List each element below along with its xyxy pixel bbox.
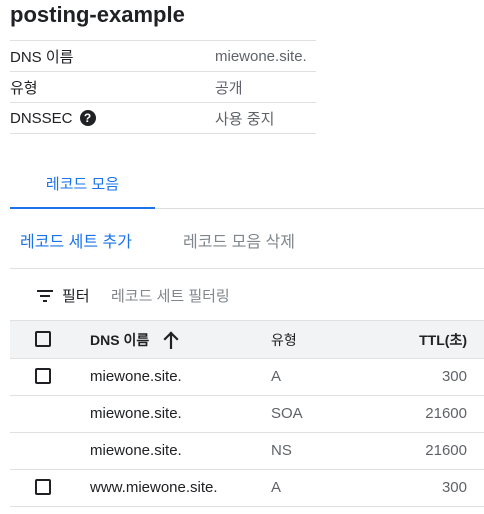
help-circle-icon[interactable]: ?	[79, 110, 96, 126]
filter-list-icon[interactable]	[37, 290, 53, 302]
record-ttl: 300	[441, 479, 467, 496]
record-ttl: 21600	[425, 442, 467, 459]
detail-row-type: 유형 공개	[10, 72, 316, 103]
record-name: miewone.site.	[90, 368, 182, 385]
detail-row-dnssec: DNSSEC ? 사용 중지	[10, 103, 316, 134]
filter-label: 필터	[62, 288, 90, 305]
record-type: A	[271, 368, 282, 385]
filter-input[interactable]: 레코드 세트 필터링	[111, 285, 230, 306]
filter-bar: 필터 레코드 세트 필터링	[10, 270, 484, 320]
record-type: SOA	[271, 405, 303, 422]
active-tab-indicator	[10, 207, 155, 209]
add-record-set-button[interactable]: 레코드 세트 추가	[20, 228, 132, 252]
detail-key: DNSSEC	[10, 109, 73, 127]
detail-row-dns-name: DNS 이름 miewone.site.	[10, 40, 316, 72]
delete-record-sets-button[interactable]: 레코드 모음 삭제	[183, 228, 295, 252]
tab-bar: 레코드 모음	[10, 160, 484, 209]
column-header-type[interactable]: 유형	[271, 330, 297, 350]
detail-key: DNS 이름	[10, 48, 74, 66]
action-bar: 레코드 세트 추가 레코드 모음 삭제	[10, 214, 484, 269]
row-checkbox[interactable]	[35, 368, 51, 384]
record-type: NS	[271, 442, 292, 459]
record-sets-table: DNS 이름 유형 TTL(초) miewone.site. A 300 mie…	[10, 320, 484, 507]
table-row[interactable]: miewone.site. NS 21600	[10, 433, 484, 470]
page-title: posting-example	[10, 2, 185, 27]
table-row[interactable]: miewone.site. A 300	[10, 359, 484, 396]
select-all-checkbox[interactable]	[35, 331, 51, 347]
table-header: DNS 이름 유형 TTL(초)	[10, 320, 484, 359]
detail-key: 유형	[10, 79, 38, 97]
row-checkbox[interactable]	[35, 479, 51, 495]
zone-details: DNS 이름 miewone.site. 유형 공개 DNSSEC ? 사용 중…	[10, 40, 316, 134]
record-type: A	[271, 479, 282, 496]
table-row[interactable]: www.miewone.site. A 300	[10, 470, 484, 507]
column-header-ttl[interactable]: TTL(초)	[419, 330, 467, 350]
table-row[interactable]: miewone.site. SOA 21600	[10, 396, 484, 433]
record-ttl: 300	[441, 368, 467, 385]
detail-key-dnssec: DNSSEC ?	[10, 110, 215, 127]
detail-value: 사용 중지	[215, 110, 275, 128]
record-ttl: 21600	[425, 405, 467, 422]
tab-record-sets[interactable]: 레코드 모음	[10, 160, 155, 206]
record-name: miewone.site.	[90, 405, 182, 422]
detail-value: miewone.site.	[215, 47, 307, 65]
column-header-dns-name[interactable]: DNS 이름	[90, 330, 149, 350]
record-name: www.miewone.site.	[90, 479, 218, 496]
detail-value: 공개	[215, 79, 243, 97]
arrow-up-icon[interactable]	[163, 331, 179, 349]
record-name: miewone.site.	[90, 442, 182, 459]
